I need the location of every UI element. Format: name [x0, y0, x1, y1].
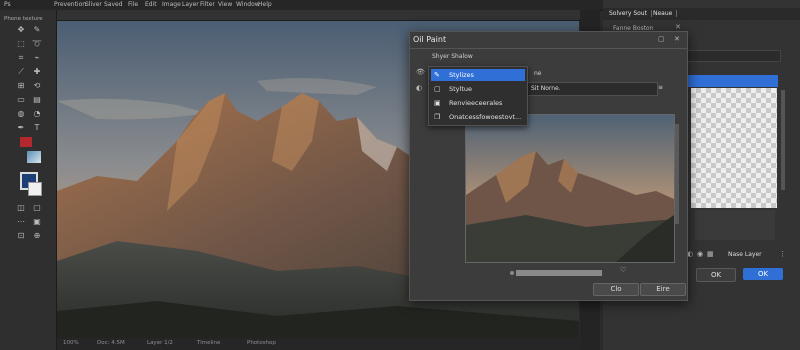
field-text: Sit Norne.	[531, 85, 561, 92]
menu-item[interactable]: Prevention	[54, 1, 86, 8]
type-tool-icon[interactable]: T	[30, 122, 44, 134]
screen-mode-icon[interactable]: ▢	[30, 202, 44, 214]
doc-size: Doc: 4.5M	[97, 340, 125, 346]
panel-tab-2[interactable]: Neaue	[653, 10, 678, 17]
pen-tool-icon[interactable]: ✒	[14, 122, 28, 134]
layer-info: Layer 1/2	[147, 340, 173, 346]
dialog-title: Oil Paint	[413, 35, 447, 44]
dialog-cancel-button[interactable]: Clo	[593, 283, 639, 296]
dropdown-item-1[interactable]: ✎ Stylizes	[431, 69, 525, 81]
menu-item-edit[interactable]: Edit	[145, 1, 157, 8]
scrollbar[interactable]	[781, 90, 785, 190]
history-brush-tool-icon[interactable]: ⟲	[30, 80, 44, 92]
menu-item[interactable]: Saved	[104, 1, 123, 8]
menu-item-layer[interactable]: Layer	[182, 1, 199, 8]
panel-tab-bar: Solvery Sout Neaue	[603, 8, 800, 20]
menu-item-file[interactable]: File	[128, 1, 138, 8]
layers-icon: ❐	[434, 113, 441, 121]
blur-tool-icon[interactable]: ◍	[14, 108, 28, 120]
layer-name[interactable]: Nase Layer	[728, 251, 762, 258]
lasso-tool-icon[interactable]: ➰	[30, 38, 44, 50]
eraser-tool-icon[interactable]: ▭	[14, 94, 28, 106]
slider-dot[interactable]	[510, 271, 514, 275]
status-bar: 100% Doc: 4.5M Layer 1/2 Timeline Photos…	[57, 338, 600, 350]
hint-label: ne	[534, 70, 542, 77]
dialog-scrollbar[interactable]	[675, 124, 679, 224]
quick-mask-icon[interactable]: ◫	[14, 202, 28, 214]
right-ok-button[interactable]: OK	[696, 268, 736, 282]
options-icon[interactable]: ◐	[416, 84, 422, 92]
menu-item[interactable]: Sliver	[85, 1, 102, 8]
marquee-tool-icon[interactable]: ⬚	[14, 38, 28, 50]
document-tab-bar	[0, 10, 600, 21]
layer-options	[695, 210, 775, 240]
heart-icon[interactable]: ♡	[620, 266, 626, 274]
close-icon[interactable]: ✕	[675, 23, 681, 31]
spot-heal-tool-icon[interactable]: ✚	[30, 66, 44, 78]
field-menu-icon[interactable]: ≡	[658, 84, 663, 91]
field-input[interactable]: Sit Norne.	[526, 82, 658, 96]
menu-item-filter[interactable]: Filter	[200, 1, 215, 8]
section-label: Shyer Shalow	[432, 53, 473, 60]
layer-thumb-icon: ▦	[707, 250, 714, 258]
square-icon: ▢	[434, 85, 441, 93]
visibility-icon[interactable]: ◉	[697, 250, 703, 258]
panel-tab-1[interactable]: Solvery Sout	[609, 10, 652, 17]
timeline-label[interactable]: Timeline	[197, 340, 220, 346]
zoom-level[interactable]: 100%	[63, 340, 79, 346]
crop-tool-icon[interactable]: ⌗	[14, 52, 28, 64]
menu-item-image[interactable]: Image	[162, 1, 181, 8]
gradient-tool-icon[interactable]: ▤	[30, 94, 44, 106]
extra-tool-icon[interactable]: ▣	[30, 216, 44, 228]
right-ok-primary-button[interactable]: OK	[743, 268, 783, 280]
app-label: Photoshop	[247, 340, 276, 346]
preview-image	[466, 115, 674, 262]
toolbar-label: Phone texture	[4, 16, 43, 22]
close-icon[interactable]: ✕	[674, 35, 680, 43]
pencil-icon: ✎	[434, 71, 440, 79]
dropdown-item-3[interactable]: ▣ Renvieeceerales	[431, 97, 525, 109]
app-logo: Ps	[4, 1, 11, 8]
eyedropper-tool-icon[interactable]: ⌁	[30, 52, 44, 64]
tools-panel: Phone texture ✥ ✎ ⬚ ➰ ⌗ ⌁ ⟋ ✚ ⊞ ⟲ ▭ ▤ ◍ …	[0, 10, 57, 350]
red-swatch[interactable]	[20, 137, 32, 147]
progress-slider[interactable]	[516, 270, 602, 276]
preview-box[interactable]	[465, 114, 675, 263]
stamp-tool-icon[interactable]: ⊞	[14, 80, 28, 92]
menu-item-window[interactable]: Window	[236, 1, 260, 8]
edit-toolbar-icon[interactable]: ⋯	[14, 216, 28, 228]
dropdown-item-label: Onatcessfowoestovt...	[449, 113, 522, 121]
dropdown-item-2[interactable]: ▢ Styltue	[431, 83, 525, 95]
dropdown-item-label: Renvieeceerales	[449, 99, 503, 107]
dropdown-item-4[interactable]: ❐ Onatcessfowoestovt...	[431, 111, 525, 123]
dodge-tool-icon[interactable]: ◔	[30, 108, 44, 120]
dropdown-item-label: Styltue	[449, 85, 472, 93]
transparency-preview	[691, 88, 777, 208]
dropdown-item-label: Stylizes	[449, 71, 474, 79]
maximize-icon[interactable]: ▢	[658, 35, 665, 43]
style-dropdown-menu: ✎ Stylizes ▢ Styltue ▣ Renvieeceerales ❐…	[428, 66, 528, 126]
selected-layer-row[interactable]	[686, 75, 778, 87]
frame-tool-icon[interactable]: ⊡	[14, 230, 28, 242]
brush-tool-icon[interactable]: ⟋	[14, 66, 28, 78]
menu-item-view[interactable]: View	[218, 1, 232, 8]
fx-icon[interactable]: ⋮	[779, 250, 786, 258]
zoom-tool-icon[interactable]: ⊕	[30, 230, 44, 242]
gradient-swatch[interactable]	[27, 151, 41, 163]
background-color-swatch[interactable]	[28, 182, 42, 196]
eye-icon[interactable]: 👁	[416, 68, 425, 76]
artboard-tool-icon[interactable]: ✎	[30, 24, 44, 36]
dialog-ok-button[interactable]: Eire	[640, 283, 686, 296]
menu-item-help[interactable]: Help	[258, 1, 272, 8]
filled-square-icon: ▣	[434, 99, 441, 107]
panel-field[interactable]	[679, 50, 781, 62]
move-tool-icon[interactable]: ✥	[14, 24, 28, 36]
